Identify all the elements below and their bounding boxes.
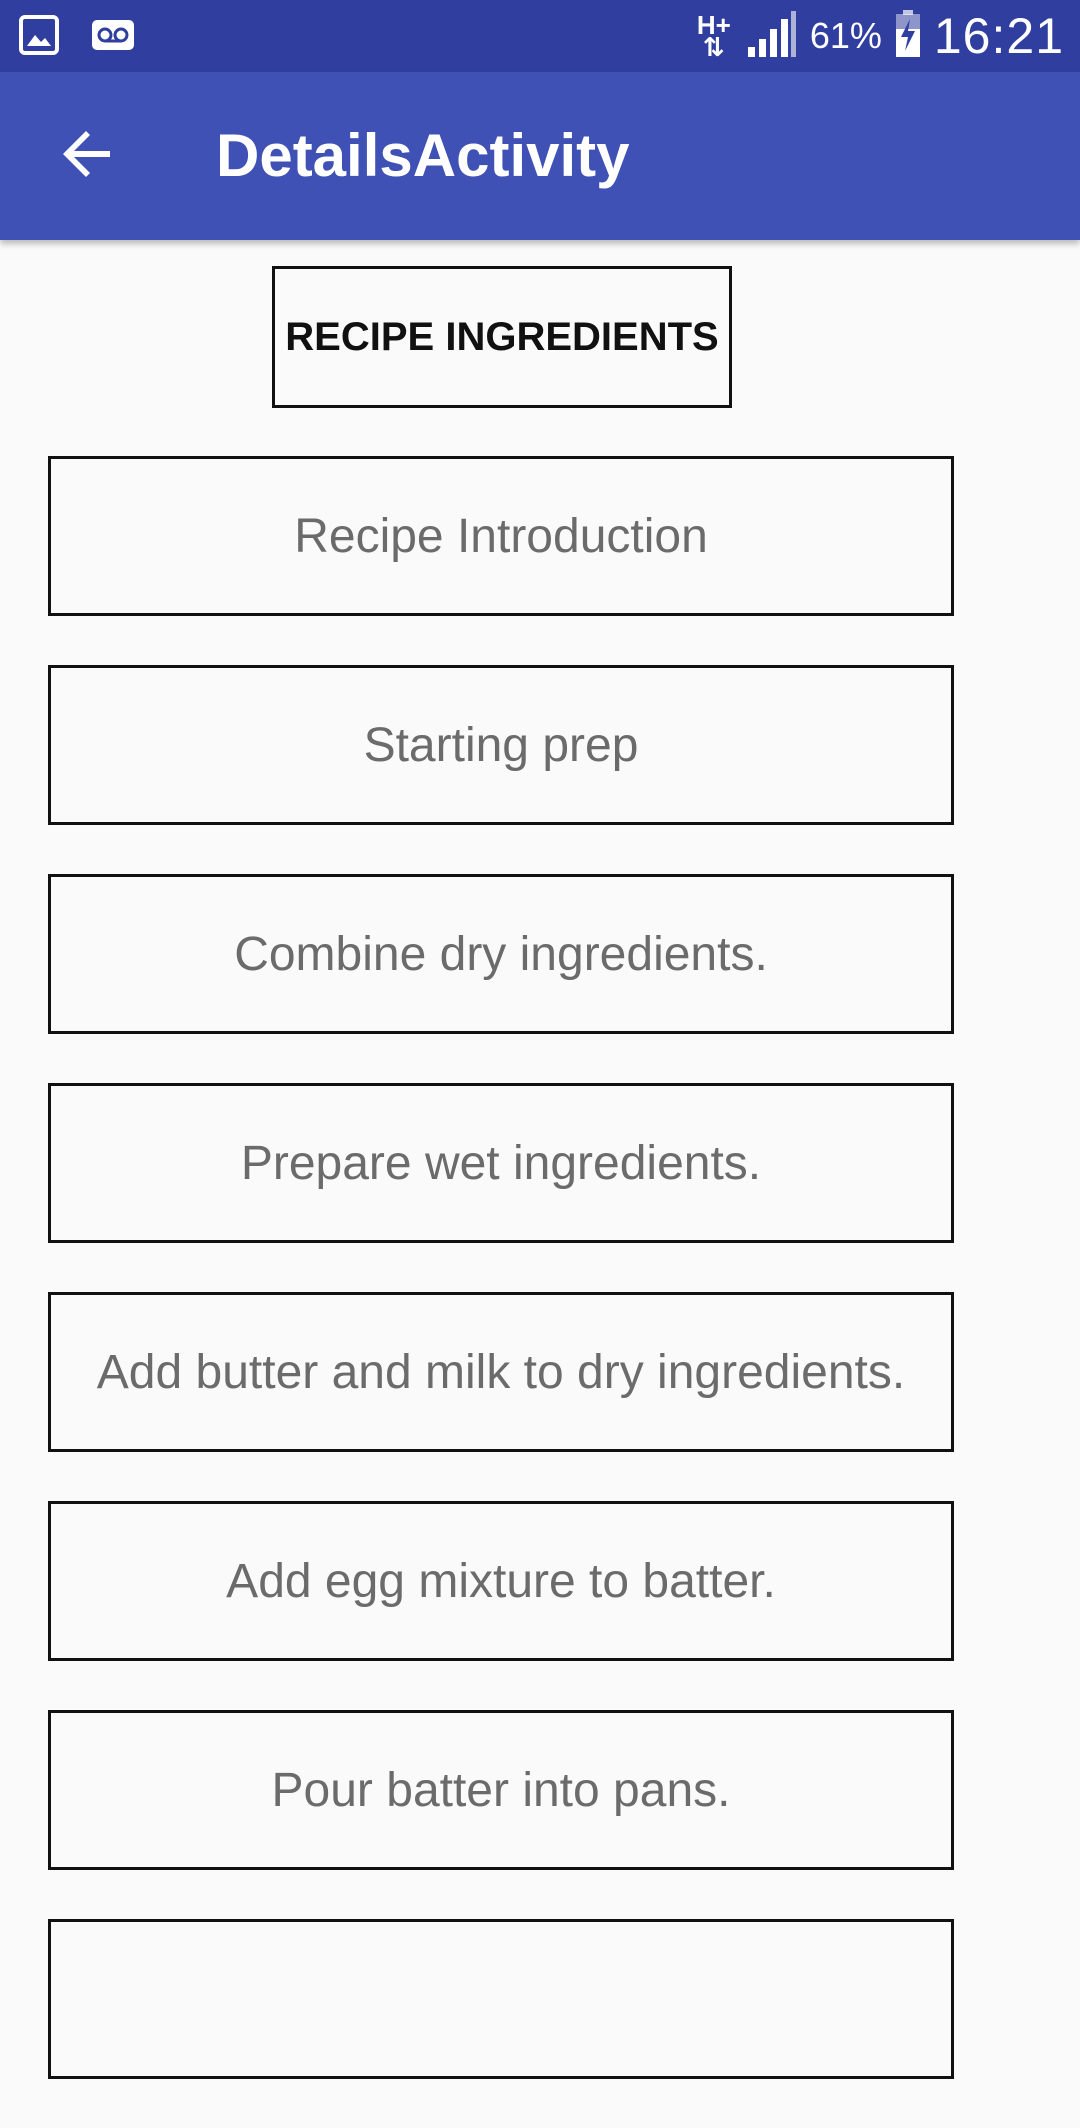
status-bar: H+ ⇅ 61% 16:21: [0, 0, 1080, 72]
voicemail-icon: [90, 14, 136, 61]
step-item[interactable]: Combine dry ingredients.: [48, 874, 954, 1034]
data-arrows-icon: H+ ⇅: [694, 12, 734, 60]
arrow-back-icon: [62, 128, 114, 185]
recipe-ingredients-button[interactable]: RECIPE INGREDIENTS: [272, 266, 732, 408]
clock: 16:21: [933, 8, 1064, 64]
app-bar: DetailsActivity: [0, 72, 1080, 240]
system-icons: H+ ⇅ 61% 16:21: [694, 8, 1064, 64]
back-button[interactable]: [44, 112, 132, 200]
step-list: Recipe Introduction Starting prep Combin…: [48, 456, 954, 2128]
step-item[interactable]: Prepare wet ingredients.: [48, 1083, 954, 1243]
step-item[interactable]: Add butter and milk to dry ingredients.: [48, 1292, 954, 1452]
signal-icon: [746, 9, 798, 64]
step-item[interactable]: Starting prep: [48, 665, 954, 825]
page-title: DetailsActivity: [216, 122, 630, 189]
notification-icons: [18, 14, 136, 61]
step-item[interactable]: [48, 1919, 954, 2079]
image-icon: [18, 14, 60, 61]
step-item[interactable]: Recipe Introduction: [48, 456, 954, 616]
step-item[interactable]: Add egg mixture to batter.: [48, 1501, 954, 1661]
battery-percent: 61%: [809, 15, 882, 56]
battery-charging-icon: [894, 9, 922, 64]
step-item[interactable]: Pour batter into pans.: [48, 1710, 954, 1870]
